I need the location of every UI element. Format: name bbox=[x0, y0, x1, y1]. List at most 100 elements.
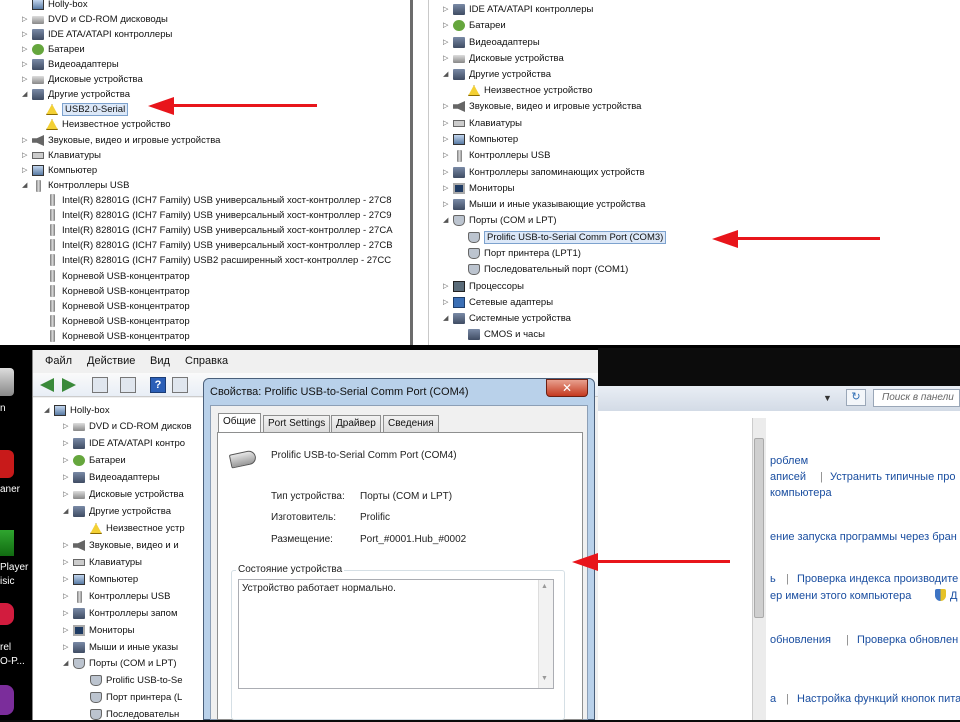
tree-item[interactable]: Intel(R) 82801G (ICH7 Family) USB универ… bbox=[36, 193, 391, 208]
cp-link-2[interactable]: Устранить типичные про bbox=[830, 471, 955, 483]
tree-item[interactable]: Prolific USB-to-Se bbox=[80, 673, 183, 688]
tree-expander-icon[interactable]: ▷ bbox=[443, 279, 451, 294]
tree-item[interactable]: Порт принтера (L bbox=[80, 690, 182, 705]
tree-item[interactable]: ◢ Порты (COM и LPT) bbox=[443, 213, 557, 228]
cp-link-12[interactable]: а bbox=[770, 693, 776, 705]
tree-expander-icon[interactable]: ▷ bbox=[63, 623, 71, 638]
tree-expander-icon[interactable]: ▷ bbox=[22, 163, 30, 178]
help-icon[interactable]: ? bbox=[150, 377, 166, 393]
tree-expander-icon[interactable]: ▷ bbox=[63, 487, 71, 502]
tree-item[interactable]: Intel(R) 82801G (ICH7 Family) USB универ… bbox=[36, 223, 393, 238]
tree-item[interactable]: ▷ Компьютер bbox=[22, 163, 97, 178]
dropdown-icon[interactable]: ▼ bbox=[823, 393, 832, 403]
tree-item[interactable]: ▷ Клавиатуры bbox=[63, 555, 142, 570]
tree-expander-icon[interactable]: ◢ bbox=[63, 656, 71, 671]
tree-expander-icon[interactable]: ◢ bbox=[22, 87, 30, 102]
tree-expander-icon[interactable]: ▷ bbox=[63, 589, 71, 604]
tree-item[interactable]: ◢ Другие устройства bbox=[63, 504, 171, 519]
cp-link-3[interactable]: аписей bbox=[770, 471, 806, 483]
media-player-icon[interactable] bbox=[0, 530, 14, 556]
tree-item[interactable]: ▷ Процессоры bbox=[443, 279, 524, 294]
tree-item[interactable]: ▷ Сетевые адаптеры bbox=[443, 295, 553, 310]
scrollbar-thumb[interactable] bbox=[754, 438, 764, 618]
tree-item[interactable]: ▷ Видеоадаптеры bbox=[443, 35, 540, 50]
tab-details[interactable]: Сведения bbox=[383, 415, 439, 432]
tree-item[interactable]: ▷ Контроллеры USB bbox=[443, 148, 550, 163]
tree-expander-icon[interactable]: ◢ bbox=[22, 178, 30, 193]
tree-expander-icon[interactable]: ▷ bbox=[22, 133, 30, 148]
tree-item[interactable]: Корневой USB-концентратор bbox=[36, 269, 190, 284]
cp-link-1[interactable]: роблем bbox=[770, 455, 808, 467]
cp-link-5[interactable]: ение запуска программы через бран bbox=[770, 531, 957, 543]
tree-item[interactable]: Корневой USB-концентратор bbox=[36, 284, 190, 299]
tree-item[interactable]: ▷ Компьютер bbox=[443, 132, 518, 147]
tree-item[interactable]: ◢ Другие устройства bbox=[443, 67, 551, 82]
tree-item[interactable]: ▷ Дисковые устройства bbox=[443, 51, 564, 66]
tree-expander-icon[interactable]: ▷ bbox=[443, 18, 451, 33]
tree-item[interactable]: Последовательный порт (COM1) bbox=[458, 262, 628, 277]
tree-item[interactable]: Корневой USB-концентратор bbox=[36, 299, 190, 314]
tree-item[interactable]: Intel(R) 82801G (ICH7 Family) USB универ… bbox=[36, 238, 393, 253]
cp-link-10[interactable]: обновления bbox=[770, 634, 831, 646]
tree-expander-icon[interactable]: ▷ bbox=[63, 453, 71, 468]
tree-expander-icon[interactable]: ▷ bbox=[63, 572, 71, 587]
menu-view[interactable]: Вид bbox=[150, 355, 170, 367]
tree-item[interactable]: ▷ Звуковые, видео и и bbox=[63, 538, 179, 553]
tree-item[interactable]: Неизвестное устройство bbox=[458, 83, 593, 98]
cp-link-13[interactable]: Настройка функций кнопок пита bbox=[797, 693, 960, 705]
tree-expander-icon[interactable]: ▷ bbox=[63, 436, 71, 451]
scan-icon[interactable] bbox=[172, 377, 188, 393]
tree-expander-icon[interactable]: ▷ bbox=[443, 35, 451, 50]
back-arrow-icon[interactable] bbox=[40, 378, 54, 392]
tree-item[interactable]: ▷ Контроллеры запом bbox=[63, 606, 178, 621]
tree-expander-icon[interactable]: ▷ bbox=[63, 470, 71, 485]
tree-item[interactable]: Intel(R) 82801G (ICH7 Family) USB универ… bbox=[36, 208, 391, 223]
app-icon-purple[interactable] bbox=[0, 685, 14, 715]
tree-item[interactable]: ◢ Holly-box bbox=[44, 403, 110, 418]
tree-expander-icon[interactable]: ▷ bbox=[63, 555, 71, 570]
tree-item[interactable]: ▷ IDE ATA/ATAPI контроллеры bbox=[22, 27, 172, 42]
tree-item[interactable]: ▷ IDE ATA/ATAPI контро bbox=[63, 436, 185, 451]
tree-item[interactable]: ▷ Видеоадаптеры bbox=[63, 470, 160, 485]
status-scrollbar[interactable] bbox=[538, 580, 553, 688]
tree-expander-icon[interactable]: ◢ bbox=[443, 311, 451, 326]
tree-expander-icon[interactable]: ◢ bbox=[44, 403, 52, 418]
tree-item[interactable]: ◢ Другие устройства bbox=[22, 87, 130, 102]
tree-item[interactable]: Prolific USB-to-Serial Comm Port (COM3) bbox=[458, 230, 667, 245]
cp-link-4[interactable]: компьютера bbox=[770, 487, 832, 499]
tab-port-settings[interactable]: Port Settings bbox=[263, 415, 331, 432]
tree-item[interactable]: Неизвестное устр bbox=[80, 521, 185, 536]
tree-expander-icon[interactable]: ▷ bbox=[443, 99, 451, 114]
tree-expander-icon[interactable]: ▷ bbox=[443, 165, 451, 180]
tree-item[interactable]: ▷ Батареи bbox=[63, 453, 126, 468]
tree-item[interactable]: ▷ Мыши и иные указывающие устройства bbox=[443, 197, 645, 212]
tree-item[interactable]: ▷ Видеоадаптеры bbox=[22, 57, 119, 72]
tree-item[interactable]: Порт принтера (LPT1) bbox=[458, 246, 581, 261]
tree-expander-icon[interactable]: ▷ bbox=[63, 419, 71, 434]
tree-item[interactable]: Корневой USB-концентратор bbox=[36, 329, 190, 344]
tab-general[interactable]: Общие bbox=[218, 413, 261, 433]
tree-item[interactable]: ◢ Системные устройства bbox=[443, 311, 571, 326]
tab-driver[interactable]: Драйвер bbox=[331, 415, 381, 432]
tree-expander-icon[interactable]: ▷ bbox=[443, 51, 451, 66]
recycle-bin-icon[interactable] bbox=[0, 368, 14, 396]
tree-expander-icon[interactable]: ◢ bbox=[443, 213, 451, 228]
tree-item[interactable]: ▷ Батареи bbox=[443, 18, 506, 33]
status-textbox[interactable] bbox=[238, 579, 554, 689]
tree-expander-icon[interactable]: ▷ bbox=[443, 132, 451, 147]
tree-item[interactable]: ◢ Контроллеры USB bbox=[22, 178, 129, 193]
scroll-down-icon[interactable]: ▼ bbox=[541, 675, 548, 682]
tree-item[interactable]: ▷ Мониторы bbox=[63, 623, 135, 638]
refresh-icon[interactable]: ↻ bbox=[846, 389, 866, 406]
forward-arrow-icon[interactable] bbox=[62, 378, 76, 392]
corel-icon[interactable] bbox=[0, 603, 14, 625]
tree-item[interactable]: ▷ Батареи bbox=[22, 42, 85, 57]
tree-expander-icon[interactable]: ▷ bbox=[443, 181, 451, 196]
tree-item[interactable]: ▷ Звуковые, видео и игровые устройства bbox=[443, 99, 641, 114]
tree-expander-icon[interactable]: ◢ bbox=[443, 67, 451, 82]
tree-item[interactable]: ▷ Дисковые устройства bbox=[63, 487, 184, 502]
tree-item[interactable]: Неизвестное устройство bbox=[36, 117, 171, 132]
search-input[interactable]: Поиск в панели bbox=[873, 389, 960, 407]
tree-item[interactable]: ▷ Контроллеры USB bbox=[63, 589, 170, 604]
tree-expander-icon[interactable]: ▷ bbox=[443, 2, 451, 17]
